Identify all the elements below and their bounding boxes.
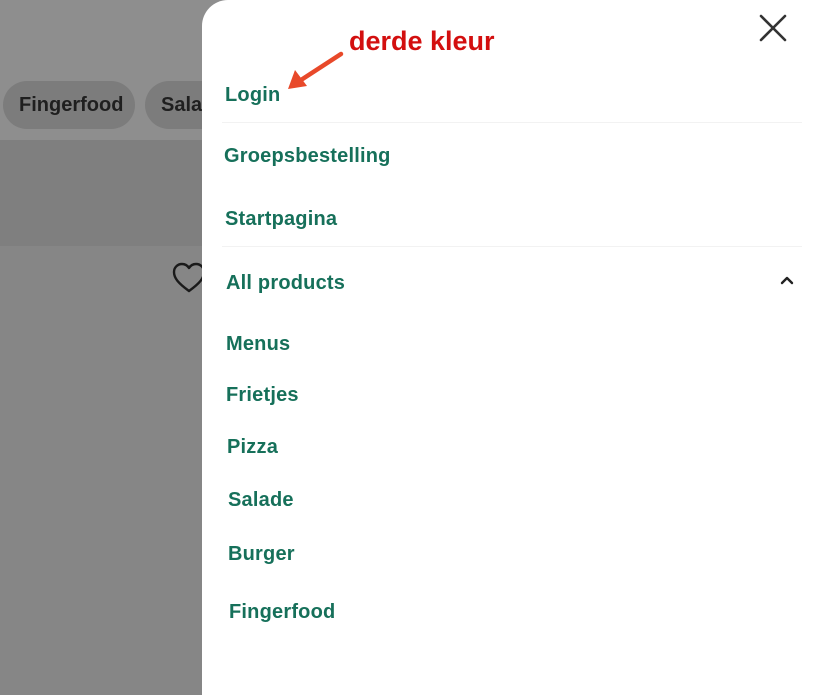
category-chip-fingerfood[interactable]: Fingerfood (3, 81, 135, 129)
menu-item-login[interactable]: Login (225, 84, 280, 107)
submenu-item-fingerfood[interactable]: Fingerfood (229, 601, 335, 624)
submenu-item-burger[interactable]: Burger (228, 543, 295, 566)
menu-item-groepsbestelling[interactable]: Groepsbestelling (224, 145, 391, 168)
navigation-drawer: Login Groepsbestelling Startpagina All p… (202, 0, 813, 695)
annotation-label: derde kleur (349, 26, 495, 56)
submenu-item-pizza[interactable]: Pizza (227, 436, 278, 459)
close-icon[interactable] (757, 12, 789, 44)
submenu-item-menus[interactable]: Menus (226, 333, 290, 356)
chevron-up-icon[interactable] (779, 272, 795, 288)
annotation-arrow-icon (288, 51, 344, 89)
submenu-item-salade[interactable]: Salade (228, 489, 294, 512)
submenu-item-frietjes[interactable]: Frietjes (226, 384, 299, 407)
heart-outline-icon[interactable] (172, 262, 206, 294)
divider (222, 122, 802, 123)
menu-item-startpagina[interactable]: Startpagina (225, 208, 337, 231)
menu-item-all-products[interactable]: All products (226, 272, 345, 295)
divider (222, 246, 802, 247)
